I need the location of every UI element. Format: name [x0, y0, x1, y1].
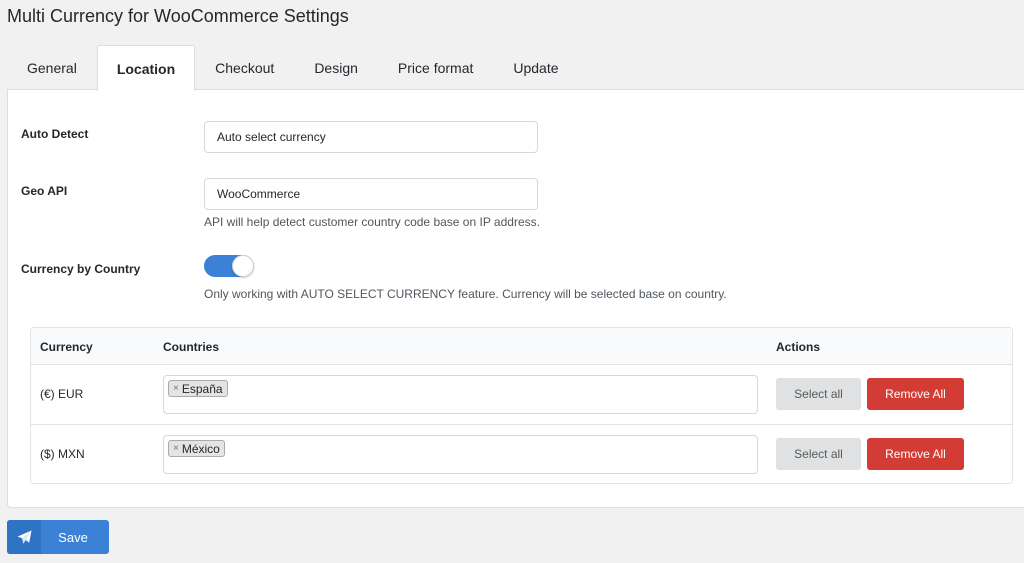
table-row: (€) EUR × España Select all Remove All: [31, 365, 1012, 424]
table-header: Currency Countries Actions: [31, 328, 1012, 365]
currency-by-country-help: Only working with AUTO SELECT CURRENCY f…: [204, 287, 727, 301]
tab-general[interactable]: General: [7, 45, 97, 90]
tab-checkout[interactable]: Checkout: [195, 45, 294, 90]
currency-country-table: Currency Countries Actions (€) EUR × Esp…: [30, 327, 1013, 484]
geo-api-label: Geo API: [21, 184, 68, 198]
remove-all-button[interactable]: Remove All: [867, 438, 964, 470]
country-chip: × España: [168, 380, 228, 397]
country-chip: × México: [168, 440, 225, 457]
auto-detect-label: Auto Detect: [21, 127, 89, 141]
chip-remove-icon[interactable]: ×: [173, 443, 179, 454]
settings-tabs: General Location Checkout Design Price f…: [7, 45, 579, 91]
currency-by-country-label: Currency by Country: [21, 262, 141, 276]
toggle-knob: [232, 255, 254, 277]
country-chip-label: México: [181, 441, 220, 456]
remove-all-button[interactable]: Remove All: [867, 378, 964, 410]
page-title: Multi Currency for WooCommerce Settings: [7, 6, 349, 26]
tab-design[interactable]: Design: [294, 45, 378, 90]
country-chip-label: España: [181, 381, 223, 396]
geo-api-select[interactable]: WooCommerce: [204, 178, 538, 210]
save-label: Save: [58, 529, 88, 545]
tab-location[interactable]: Location: [96, 45, 196, 91]
header-currency: Currency: [40, 340, 93, 354]
save-button[interactable]: Save: [7, 520, 109, 554]
table-row: ($) MXN × México Select all Remove All: [31, 424, 1012, 483]
auto-detect-value: Auto select currency: [217, 130, 326, 144]
geo-api-help: API will help detect customer country co…: [204, 215, 540, 229]
tab-price-format[interactable]: Price format: [378, 45, 493, 90]
select-all-button[interactable]: Select all: [776, 438, 861, 470]
auto-detect-select[interactable]: Auto select currency: [204, 121, 538, 153]
chip-remove-icon[interactable]: ×: [173, 383, 179, 394]
select-all-button[interactable]: Select all: [776, 378, 861, 410]
row-currency: (€) EUR: [40, 387, 84, 401]
countries-multiselect[interactable]: × España: [163, 375, 758, 414]
location-settings-panel: Auto Detect Auto select currency Geo API…: [7, 89, 1024, 508]
row-currency: ($) MXN: [40, 447, 85, 461]
header-countries: Countries: [163, 340, 220, 354]
tab-update[interactable]: Update: [493, 45, 578, 90]
countries-multiselect[interactable]: × México: [163, 435, 758, 474]
paper-plane-icon: [7, 520, 41, 554]
geo-api-value: WooCommerce: [217, 187, 301, 201]
currency-by-country-toggle[interactable]: [204, 255, 254, 277]
header-actions: Actions: [776, 340, 821, 354]
